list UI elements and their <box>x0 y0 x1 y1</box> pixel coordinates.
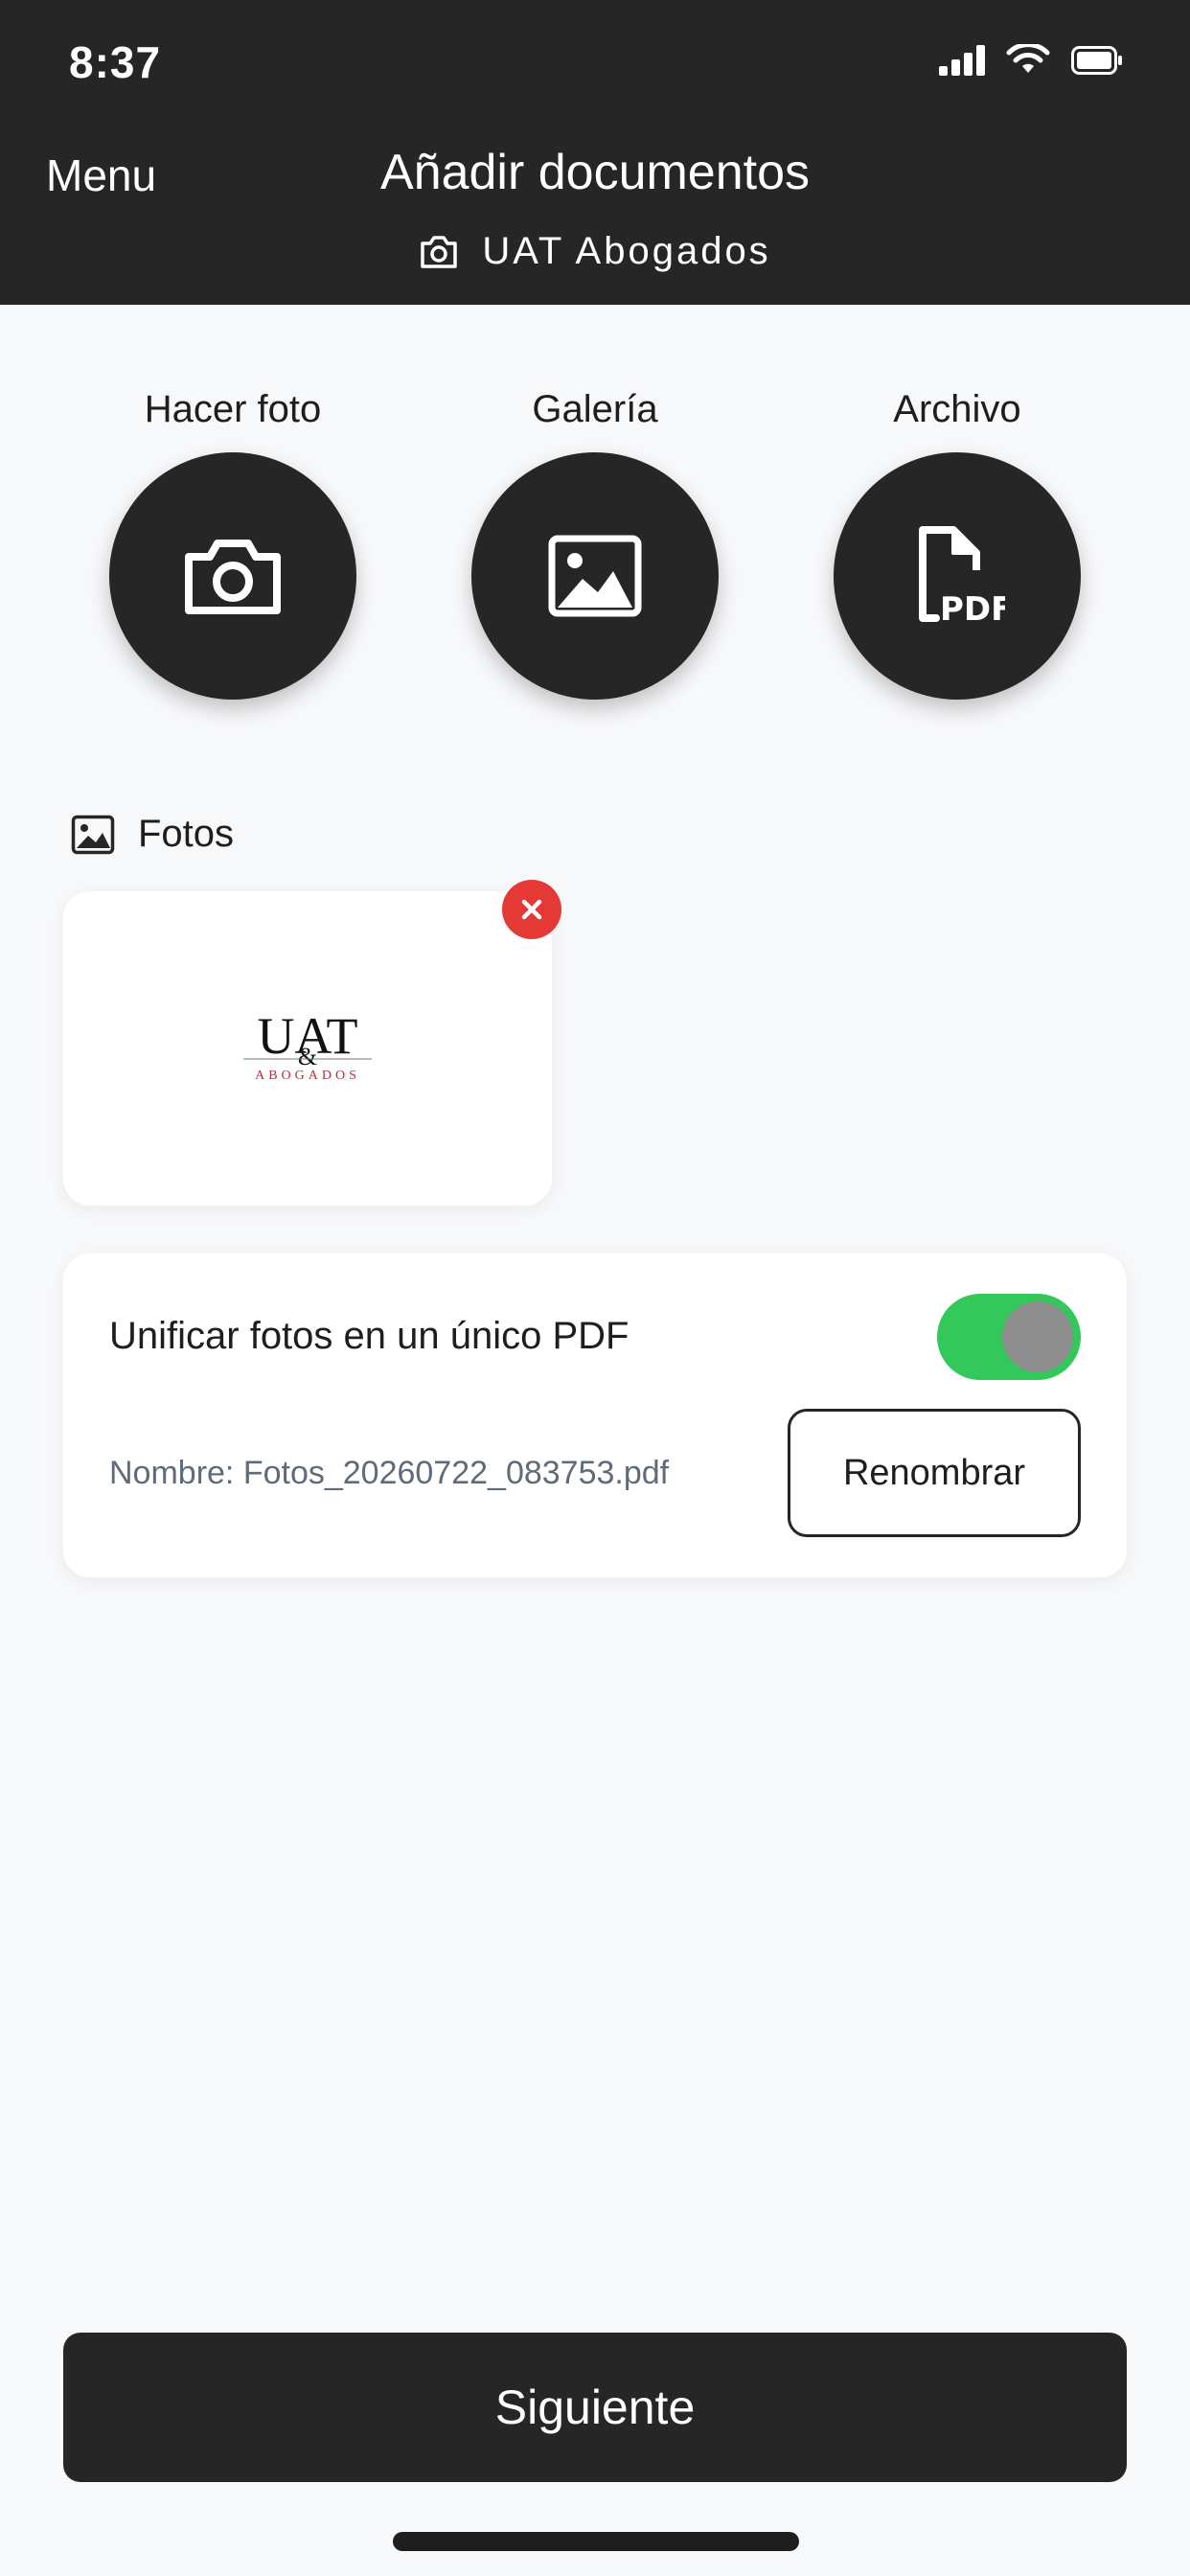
file-button[interactable]: PDF <box>834 452 1081 700</box>
status-icons <box>939 44 1123 77</box>
pdf-file-icon: PDF <box>919 526 1005 626</box>
company-name: UAT Abogados <box>482 230 771 272</box>
image-icon <box>71 815 115 854</box>
unify-pdf-label: Unificar fotos en un único PDF <box>109 1315 629 1357</box>
photos-section-label: Fotos <box>138 813 235 855</box>
take-photo-button[interactable] <box>109 452 356 700</box>
close-icon <box>521 899 542 920</box>
camera-icon <box>421 235 458 268</box>
pdf-file-name: Nombre: Fotos_20260722_083753.pdf <box>109 1455 670 1491</box>
toggle-knob <box>1002 1301 1073 1372</box>
gallery-label: Galería <box>532 388 658 430</box>
photos-section-header: Fotos <box>71 813 234 856</box>
remove-photo-button[interactable] <box>502 880 561 939</box>
gallery-action[interactable]: Galería <box>470 388 720 700</box>
header-subtitle: UAT Abogados <box>0 230 1190 273</box>
svg-text:&: & <box>298 1043 317 1070</box>
take-photo-label: Hacer foto <box>144 388 322 430</box>
camera-icon <box>185 540 281 614</box>
svg-text:ABOGADOS: ABOGADOS <box>255 1069 360 1083</box>
screen: 8:37 Menu Añadir documentos UAT Abogados… <box>0 0 1190 2576</box>
cellular-signal-icon <box>939 45 985 76</box>
battery-icon <box>1071 46 1122 75</box>
rename-button[interactable]: Renombrar <box>788 1409 1081 1537</box>
next-button[interactable]: Siguiente <box>63 2333 1127 2482</box>
wifi-icon <box>1006 44 1050 73</box>
image-icon <box>548 535 642 617</box>
svg-text:PDF: PDF <box>940 590 1005 626</box>
unify-pdf-toggle[interactable] <box>937 1294 1081 1380</box>
photo-thumbnail[interactable]: UAT & ABOGADOS <box>63 891 552 1206</box>
file-label: Archivo <box>893 388 1021 430</box>
file-action[interactable]: Archivo PDF <box>833 388 1082 700</box>
header: 8:37 Menu Añadir documentos UAT Abogados <box>0 0 1190 305</box>
uat-abogados-logo: UAT & ABOGADOS <box>243 1007 372 1083</box>
gallery-button[interactable] <box>471 452 719 700</box>
home-indicator <box>393 2532 799 2551</box>
unify-pdf-card: Unificar fotos en un único PDF Nombre: F… <box>63 1254 1127 1577</box>
take-photo-action[interactable]: Hacer foto <box>108 388 357 700</box>
page-title: Añadir documentos <box>379 145 811 200</box>
status-time: 8:37 <box>69 37 162 87</box>
